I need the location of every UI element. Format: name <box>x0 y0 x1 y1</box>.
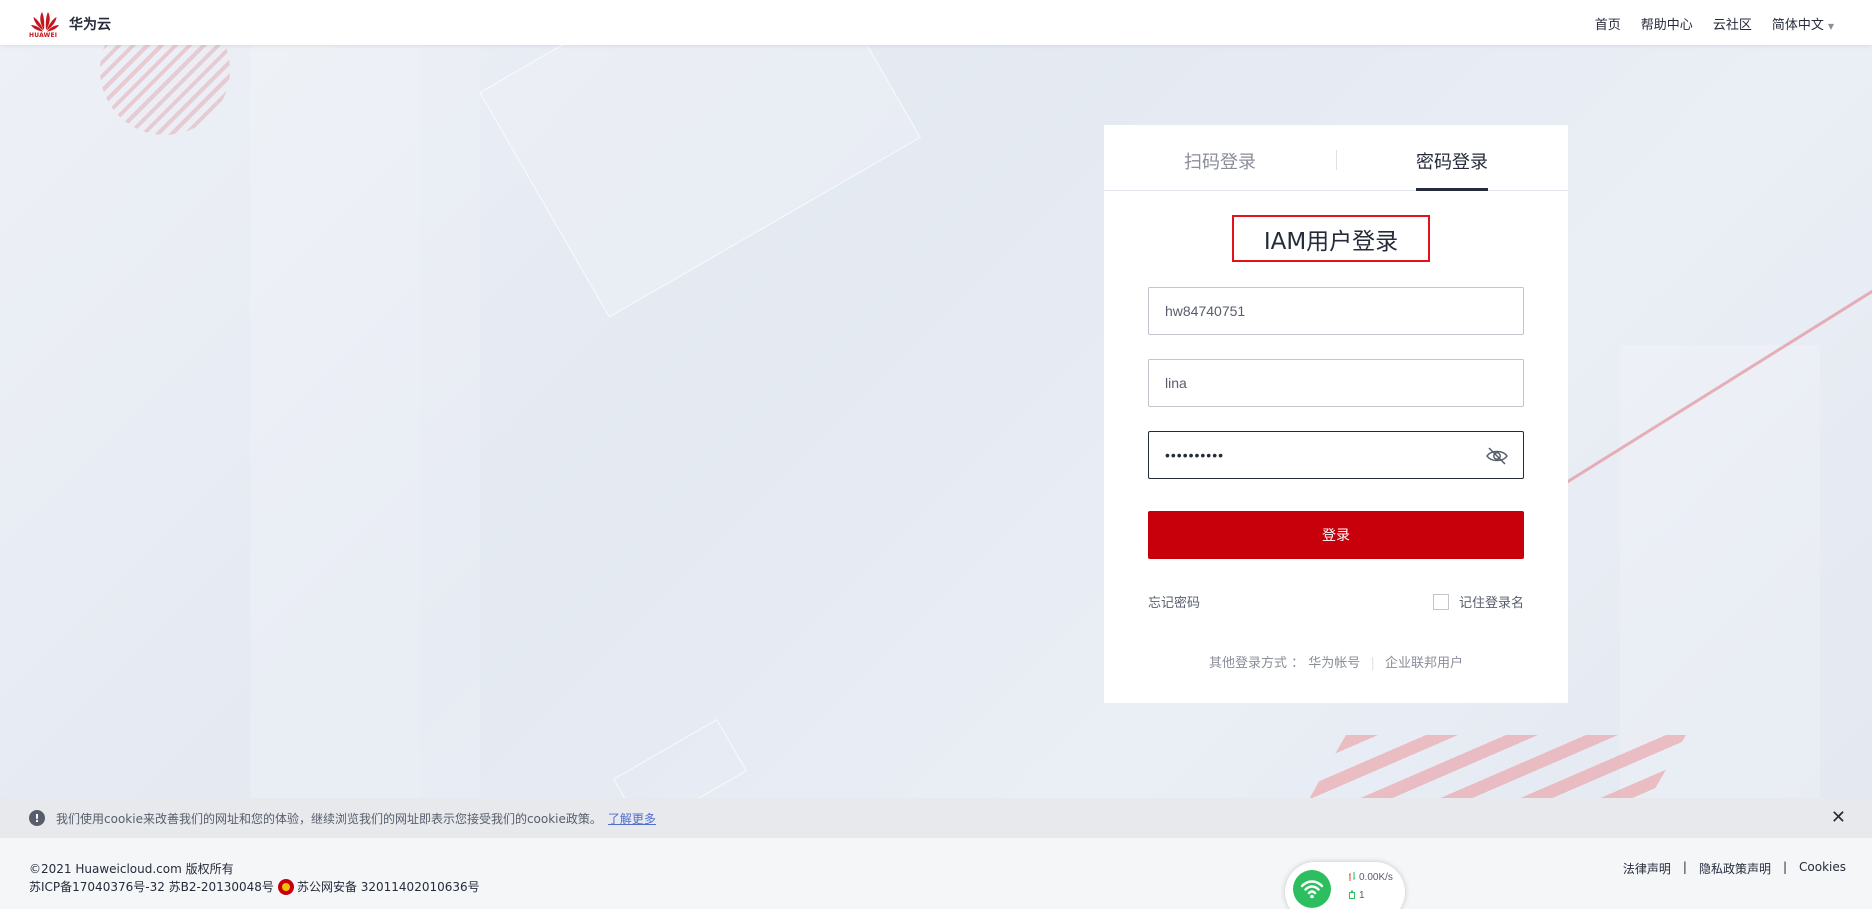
wifi-icon <box>1293 870 1331 908</box>
remember-login-name: 记住登录名 <box>1432 592 1524 611</box>
network-count: 1 <box>1349 890 1365 901</box>
login-tabs: 扫码登录 密码登录 <box>1104 125 1568 191</box>
language-label: 简体中文 <box>1771 18 1824 33</box>
other-login-methods: 其他登录方式 ： 华为帐号 | 企业联邦用户 <box>1104 652 1568 671</box>
top-nav: 首页 帮助中心 云社区 简体中文 ▼ <box>1595 14 1834 33</box>
chevron-down-icon: ▼ <box>1827 22 1834 31</box>
nav-home[interactable]: 首页 <box>1595 14 1621 33</box>
info-icon: ! <box>29 810 45 826</box>
icp-text[interactable]: 苏ICP备17040376号-32 苏B2-20130048号 <box>29 878 274 895</box>
huawei-account-link[interactable]: 华为帐号 <box>1308 656 1360 671</box>
decor-panel <box>420 45 480 798</box>
background <box>0 45 1872 798</box>
decor-striped-circle <box>100 45 230 135</box>
eye-hidden-icon[interactable] <box>1485 446 1509 466</box>
page-footer: ©2021 Huaweicloud.com 版权所有 苏ICP备17040376… <box>0 838 1872 909</box>
network-monitor-widget[interactable]: 0.00K/s 1 <box>1285 862 1405 909</box>
account-name-input[interactable]: hw84740751 <box>1148 287 1524 335</box>
cookie-banner: ! 我们使用cookie来改善我们的网址和您的体验，继续浏览我们的网址即表示您接… <box>0 798 1872 838</box>
decor-diamond <box>479 45 921 318</box>
legal-notice-link[interactable]: 法律声明 <box>1623 860 1671 877</box>
police-badge-icon <box>277 878 294 895</box>
iam-username-input[interactable]: lina <box>1148 359 1524 407</box>
police-record-text[interactable]: 苏公网安备 32011402010636号 <box>297 878 480 895</box>
remember-label[interactable]: 记住登录名 <box>1459 592 1524 611</box>
close-icon[interactable]: ✕ <box>1831 807 1846 828</box>
network-speed-value: 0.00K/s <box>1359 872 1393 883</box>
footer-links: 法律声明 | 隐私政策声明 | Cookies <box>1623 860 1846 877</box>
up-down-arrows-icon <box>1349 872 1355 881</box>
cookie-text: 我们使用cookie来改善我们的网址和您的体验，继续浏览我们的网址即表示您接受我… <box>56 810 656 827</box>
decor-panel <box>1620 345 1820 798</box>
icp-info: 苏ICP备17040376号-32 苏B2-20130048号 苏公网安备 32… <box>29 878 480 895</box>
tab-qr-login[interactable]: 扫码登录 <box>1184 148 1256 191</box>
nav-community[interactable]: 云社区 <box>1713 14 1752 33</box>
language-selector[interactable]: 简体中文 ▼ <box>1772 14 1834 33</box>
cookie-learn-more-link[interactable]: 了解更多 <box>608 812 656 826</box>
login-card: 扫码登录 密码登录 IAM用户登录 hw84740751 lina ••••••… <box>1104 125 1568 703</box>
logo-wordmark: HUAWEI <box>29 32 58 39</box>
footer-divider: | <box>1682 860 1687 874</box>
network-count-value: 1 <box>1359 890 1365 901</box>
cookies-link[interactable]: Cookies <box>1799 860 1846 877</box>
brand-name[interactable]: 华为云 <box>69 14 111 34</box>
login-title: IAM用户登录 <box>1232 215 1430 262</box>
password-input[interactable]: •••••••••• <box>1148 431 1524 479</box>
privacy-policy-link[interactable]: 隐私政策声明 <box>1699 860 1771 877</box>
decor-diamond <box>613 719 747 798</box>
tab-divider <box>1336 150 1337 170</box>
cookie-message: 我们使用cookie来改善我们的网址和您的体验，继续浏览我们的网址即表示您接受我… <box>56 812 602 826</box>
decor-stripes <box>1294 735 1686 798</box>
decor-panel <box>250 45 420 798</box>
other-login-prefix: 其他登录方式 ： <box>1209 656 1305 671</box>
nav-help-center[interactable]: 帮助中心 <box>1641 14 1693 33</box>
footer-divider: | <box>1782 860 1788 874</box>
copyright-text: ©2021 Huaweicloud.com 版权所有 <box>29 862 234 876</box>
login-button[interactable]: 登录 <box>1148 511 1524 559</box>
link-divider: | <box>1370 656 1375 671</box>
forgot-password-link[interactable]: 忘记密码 <box>1148 592 1200 611</box>
network-speed: 0.00K/s <box>1349 872 1393 883</box>
tab-password-login[interactable]: 密码登录 <box>1416 148 1488 191</box>
password-value: •••••••••• <box>1165 447 1225 463</box>
top-header: HUAWEI 华为云 首页 帮助中心 云社区 简体中文 ▼ <box>0 0 1872 45</box>
federated-user-link[interactable]: 企业联邦用户 <box>1385 656 1463 671</box>
device-icon <box>1349 890 1355 899</box>
remember-checkbox[interactable] <box>1432 593 1449 610</box>
